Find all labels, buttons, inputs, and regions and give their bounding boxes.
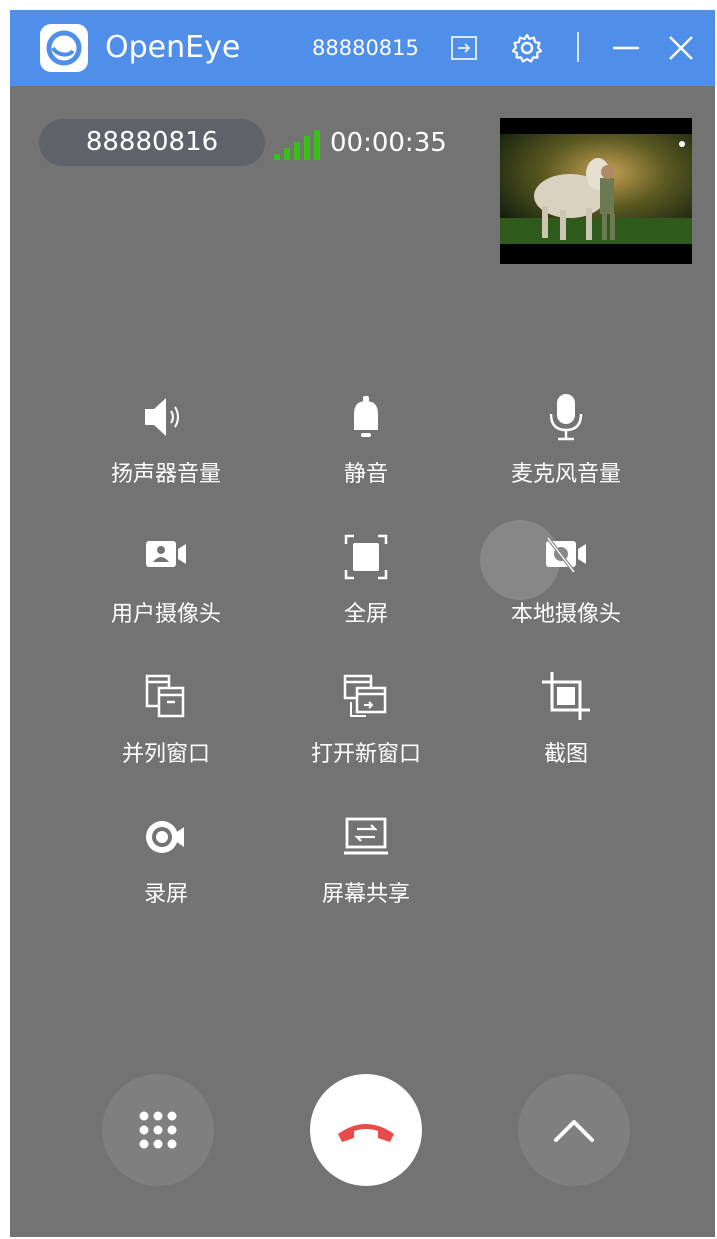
own-user-id: 88880815 [312, 36, 419, 60]
settings-gear-icon[interactable] [511, 32, 543, 64]
user-camera-icon [136, 532, 196, 592]
control-label: 麦克风音量 [510, 462, 621, 487]
remote-user-id-badge: 88880816 [39, 119, 265, 166]
logout-icon[interactable] [448, 32, 480, 64]
control-label: 扬声器音量 [110, 462, 221, 487]
screen-share-icon [336, 812, 396, 872]
speaker-icon [136, 392, 196, 452]
record-icon [136, 812, 196, 872]
screenshot-control[interactable]: 截图 [476, 672, 656, 782]
control-label: 静音 [343, 462, 388, 487]
minimize-icon[interactable] [610, 32, 642, 64]
expand-button[interactable] [518, 1074, 630, 1186]
app-title: OpenEye [105, 30, 241, 65]
local-video-preview[interactable] [500, 118, 692, 264]
control-label: 屏幕共享 [321, 882, 410, 907]
microphone-icon [536, 392, 596, 452]
control-label: 全屏 [343, 602, 388, 627]
open-new-window-control[interactable]: 打开新窗口 [276, 672, 456, 782]
control-label: 截图 [543, 742, 588, 767]
mute-control[interactable]: 静音 [276, 392, 456, 502]
title-bar: OpenEye 88880815 [10, 10, 715, 86]
record-screen-control[interactable]: 录屏 [76, 812, 256, 922]
control-label: 录屏 [143, 882, 188, 907]
speaker-volume-control[interactable]: 扬声器音量 [76, 392, 256, 502]
close-icon[interactable] [665, 32, 697, 64]
call-window: OpenEye 88880815 88880816 00:00:35 扬声器音量… [10, 10, 715, 1237]
hangup-icon [338, 1124, 394, 1142]
bell-icon [336, 392, 396, 452]
dialpad-icon [139, 1111, 177, 1149]
mic-volume-control[interactable]: 麦克风音量 [476, 392, 656, 502]
call-duration: 00:00:35 [330, 128, 447, 158]
side-by-side-windows-icon [136, 672, 196, 732]
fullscreen-icon [336, 532, 396, 592]
control-label: 本地摄像头 [510, 602, 621, 627]
dialpad-button[interactable] [102, 1074, 214, 1186]
control-label: 打开新窗口 [310, 742, 421, 767]
screen-share-control[interactable]: 屏幕共享 [276, 812, 456, 922]
user-camera-control[interactable]: 用户摄像头 [76, 532, 256, 642]
chevron-up-icon [554, 1120, 594, 1142]
new-window-icon [336, 672, 396, 732]
crop-icon [536, 672, 596, 732]
side-by-side-control[interactable]: 并列窗口 [76, 672, 256, 782]
hangup-button[interactable] [310, 1074, 422, 1186]
control-label: 用户摄像头 [110, 602, 221, 627]
titlebar-separator [577, 32, 579, 62]
fullscreen-control[interactable]: 全屏 [276, 532, 456, 642]
camera-off-icon [536, 532, 596, 592]
signal-strength-icon [274, 130, 320, 160]
control-label: 并列窗口 [121, 742, 210, 767]
openeye-logo [40, 24, 88, 72]
local-camera-control[interactable]: 本地摄像头 [476, 520, 656, 642]
